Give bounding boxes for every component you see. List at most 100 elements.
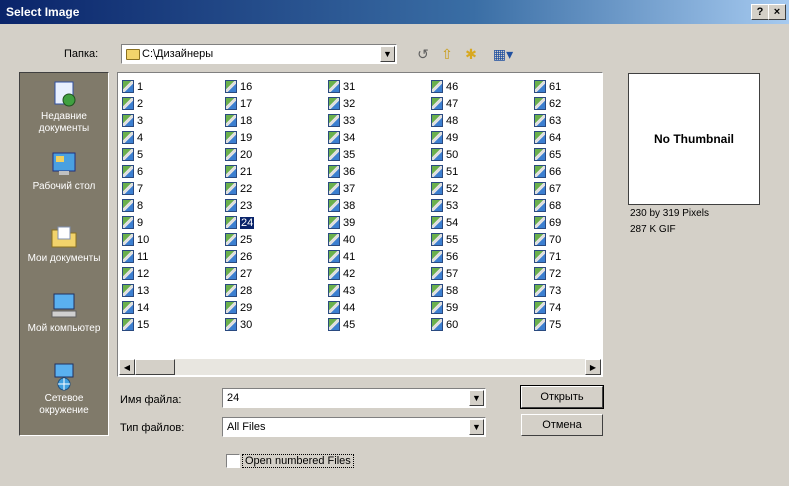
place-recent-documents[interactable]: Недавние документы	[20, 79, 108, 135]
cancel-button[interactable]: Отмена	[521, 414, 603, 436]
file-item[interactable]: 48	[431, 113, 458, 129]
file-item[interactable]: 2	[122, 96, 143, 112]
file-item[interactable]: 12	[122, 266, 149, 282]
file-item[interactable]: 40	[328, 232, 355, 248]
file-item[interactable]: 63	[534, 113, 561, 129]
file-item[interactable]: 52	[431, 181, 458, 197]
chevron-down-icon[interactable]: ▼	[469, 419, 484, 435]
file-item[interactable]: 53	[431, 198, 458, 214]
file-item[interactable]: 42	[328, 266, 355, 282]
open-numbered-label[interactable]: Open numbered Files	[242, 454, 354, 468]
help-button[interactable]: ?	[751, 4, 769, 20]
file-item[interactable]: 37	[328, 181, 355, 197]
file-item[interactable]: 46	[431, 79, 458, 95]
file-item[interactable]: 47	[431, 96, 458, 112]
file-item[interactable]: 71	[534, 249, 561, 265]
file-item[interactable]: 5	[122, 147, 143, 163]
open-button[interactable]: Открыть	[520, 385, 604, 409]
file-item[interactable]: 51	[431, 164, 458, 180]
close-button[interactable]: ×	[768, 4, 786, 20]
file-item[interactable]: 23	[225, 198, 252, 214]
chevron-down-icon[interactable]: ▼	[469, 390, 484, 406]
file-item[interactable]: 73	[534, 283, 561, 299]
file-item[interactable]: 70	[534, 232, 561, 248]
filename-combo[interactable]: 24 ▼	[222, 388, 486, 408]
up-folder-icon[interactable]: ⇧	[438, 46, 456, 62]
file-item[interactable]: 35	[328, 147, 355, 163]
file-item[interactable]: 50	[431, 147, 458, 163]
file-item[interactable]: 7	[122, 181, 143, 197]
file-item[interactable]: 19	[225, 130, 252, 146]
back-icon[interactable]: ↺	[414, 46, 432, 62]
file-item[interactable]: 66	[534, 164, 561, 180]
file-item[interactable]: 26	[225, 249, 252, 265]
file-item[interactable]: 64	[534, 130, 561, 146]
file-item[interactable]: 27	[225, 266, 252, 282]
file-item[interactable]: 67	[534, 181, 561, 197]
file-item[interactable]: 11	[122, 249, 148, 265]
file-item[interactable]: 43	[328, 283, 355, 299]
filetype-combo[interactable]: All Files ▼	[222, 417, 486, 437]
chevron-down-icon[interactable]: ▼	[380, 46, 395, 62]
file-item[interactable]: 30	[225, 317, 252, 333]
file-item[interactable]: 25	[225, 232, 252, 248]
file-item[interactable]: 59	[431, 300, 458, 316]
file-item[interactable]: 20	[225, 147, 252, 163]
file-item[interactable]: 75	[534, 317, 561, 333]
file-item[interactable]: 8	[122, 198, 143, 214]
file-item[interactable]: 4	[122, 130, 143, 146]
new-folder-icon[interactable]: ✱	[462, 46, 480, 62]
file-item[interactable]: 3	[122, 113, 143, 129]
place-my-documents[interactable]: Мои документы	[20, 221, 108, 265]
file-item[interactable]: 28	[225, 283, 252, 299]
lookin-combo[interactable]: C:\Дизайнеры ▼	[121, 44, 397, 64]
place-network[interactable]: Сетевое окружение	[20, 361, 108, 417]
file-item[interactable]: 69	[534, 215, 561, 231]
file-item[interactable]: 56	[431, 249, 458, 265]
file-item[interactable]: 32	[328, 96, 355, 112]
file-item[interactable]: 60	[431, 317, 458, 333]
file-item[interactable]: 34	[328, 130, 355, 146]
file-item[interactable]: 49	[431, 130, 458, 146]
file-item[interactable]: 24	[225, 215, 255, 231]
file-item[interactable]: 72	[534, 266, 561, 282]
file-list[interactable]: 75 74 73 72 71 70 69 68 67 66 65 64 63 62 61 60 59 58 57 56…	[117, 72, 603, 377]
file-item[interactable]: 36	[328, 164, 355, 180]
file-item[interactable]: 33	[328, 113, 355, 129]
place-desktop[interactable]: Рабочий стол	[20, 149, 108, 193]
file-item[interactable]: 57	[431, 266, 458, 282]
file-item[interactable]: 68	[534, 198, 561, 214]
file-item[interactable]: 13	[122, 283, 149, 299]
file-item[interactable]: 10	[122, 232, 149, 248]
file-item[interactable]: 16	[225, 79, 252, 95]
file-item[interactable]: 39	[328, 215, 355, 231]
file-item[interactable]: 29	[225, 300, 252, 316]
horizontal-scrollbar[interactable]: ◀ ▶	[119, 359, 601, 375]
file-item[interactable]: 54	[431, 215, 458, 231]
file-item[interactable]: 9	[122, 215, 143, 231]
file-item[interactable]: 61	[534, 79, 561, 95]
file-item[interactable]: 62	[534, 96, 561, 112]
file-item[interactable]: 21	[225, 164, 252, 180]
scroll-right-icon[interactable]: ▶	[585, 359, 601, 375]
file-item[interactable]: 41	[328, 249, 355, 265]
file-item[interactable]: 74	[534, 300, 561, 316]
file-item[interactable]: 45	[328, 317, 355, 333]
scroll-thumb[interactable]	[135, 359, 175, 375]
file-item[interactable]: 44	[328, 300, 355, 316]
file-item[interactable]: 18	[225, 113, 252, 129]
file-item[interactable]: 14	[122, 300, 149, 316]
view-menu-icon[interactable]: ▦▾	[488, 46, 518, 62]
filename-value[interactable]: 24	[227, 392, 239, 404]
file-item[interactable]: 1	[122, 79, 143, 95]
file-item[interactable]: 65	[534, 147, 561, 163]
file-item[interactable]: 31	[328, 79, 355, 95]
open-numbered-checkbox[interactable]	[226, 454, 240, 468]
file-item[interactable]: 15	[122, 317, 149, 333]
file-item[interactable]: 58	[431, 283, 458, 299]
file-item[interactable]: 38	[328, 198, 355, 214]
file-item[interactable]: 55	[431, 232, 458, 248]
scroll-left-icon[interactable]: ◀	[119, 359, 135, 375]
file-item[interactable]: 17	[225, 96, 252, 112]
file-item[interactable]: 6	[122, 164, 143, 180]
